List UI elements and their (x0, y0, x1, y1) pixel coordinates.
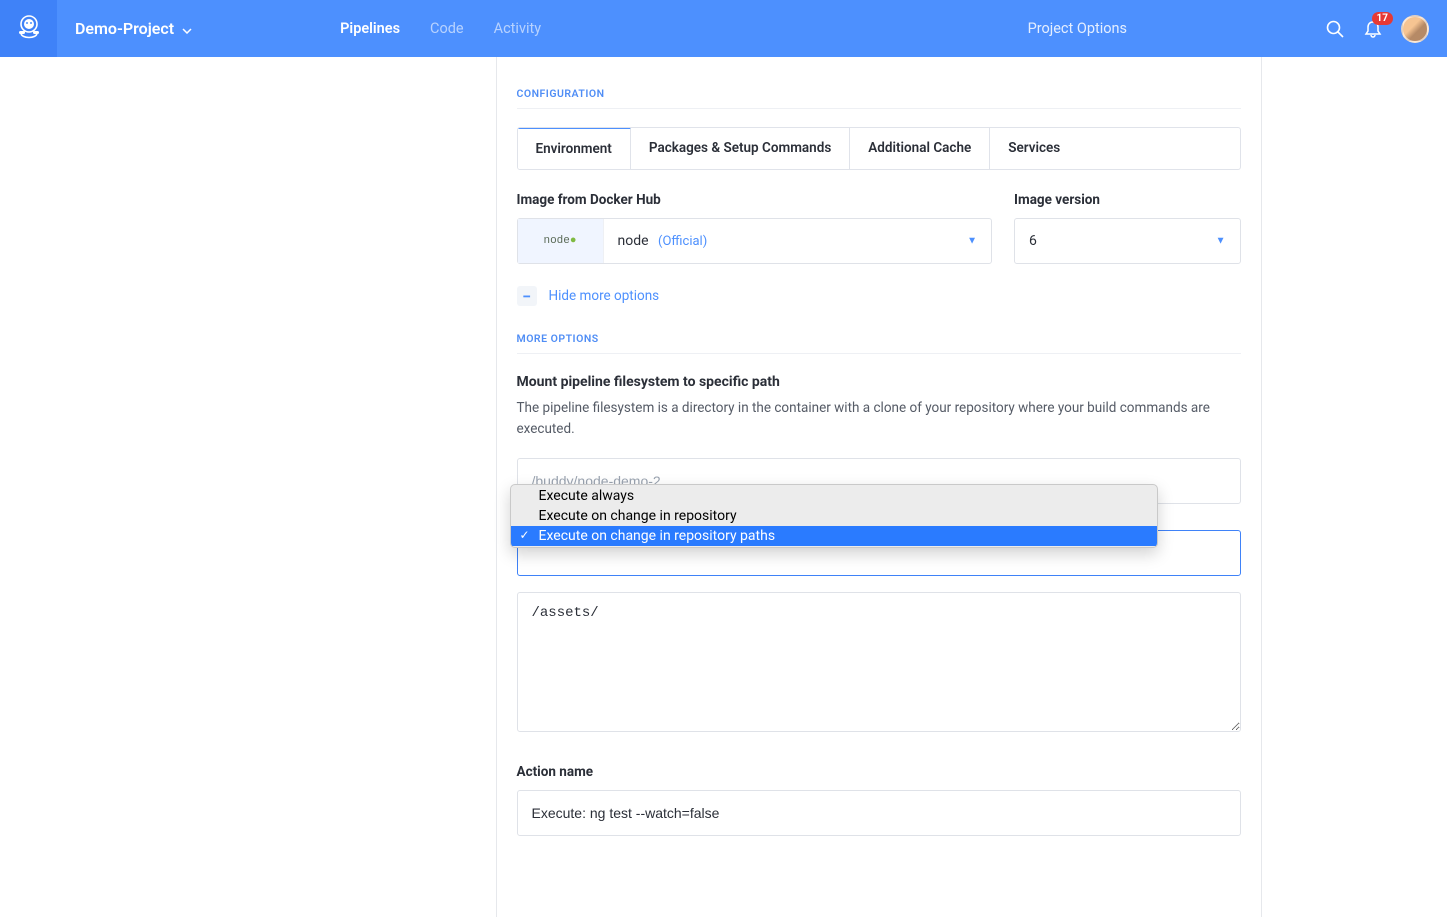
minus-icon: − (517, 286, 537, 306)
docker-version-label: Image version (1014, 192, 1240, 208)
header-right: Project Options 17 (1028, 0, 1447, 57)
nav-activity[interactable]: Activity (494, 20, 541, 37)
chevron-down-icon: ▼ (967, 236, 977, 247)
logo[interactable] (0, 0, 57, 57)
hide-more-link: Hide more options (549, 288, 660, 304)
config-tabs: Environment Packages & Setup Commands Ad… (517, 127, 1241, 170)
docker-version-select[interactable]: 6 ▼ (1014, 218, 1240, 264)
buddy-logo-icon (13, 13, 45, 45)
trigger-option-on-change-paths[interactable]: Execute on change in repository paths (511, 526, 1157, 546)
main-nav: Pipelines Code Activity (340, 0, 541, 57)
tab-services[interactable]: Services (990, 128, 1239, 169)
docker-image-label: Image from Docker Hub (517, 192, 993, 208)
docker-version-value: 6 (1029, 233, 1037, 249)
search-button[interactable] (1325, 19, 1345, 39)
caret-down-icon (182, 19, 192, 38)
paths-textarea[interactable] (517, 592, 1241, 732)
avatar[interactable] (1401, 15, 1429, 43)
docker-image-name: node (618, 233, 649, 249)
tab-additional-cache[interactable]: Additional Cache (850, 128, 990, 169)
docker-official-tag: (Official) (658, 234, 707, 249)
action-name-input[interactable] (517, 790, 1241, 836)
project-selector[interactable]: Demo-Project (57, 0, 210, 57)
app-header: Demo-Project Pipelines Code Activity Pro… (0, 0, 1447, 57)
section-configuration: CONFIGURATION (517, 87, 1241, 109)
hide-more-options[interactable]: − Hide more options (517, 286, 1241, 306)
action-name-label: Action name (517, 764, 1241, 780)
nav-pipelines[interactable]: Pipelines (340, 20, 400, 37)
project-name: Demo-Project (75, 19, 174, 38)
trigger-option-on-change[interactable]: Execute on change in repository (511, 506, 1157, 526)
tab-environment[interactable]: Environment (518, 127, 631, 169)
mount-description: The pipeline filesystem is a directory i… (517, 398, 1241, 440)
tab-packages[interactable]: Packages & Setup Commands (631, 128, 850, 169)
project-options-link[interactable]: Project Options (1028, 20, 1127, 37)
notification-badge: 17 (1372, 12, 1393, 25)
trigger-dropdown: Execute always Execute on change in repo… (510, 484, 1158, 548)
mount-heading: Mount pipeline filesystem to specific pa… (517, 374, 1241, 390)
trigger-option-always[interactable]: Execute always (511, 486, 1157, 506)
node-logo-icon: node● (518, 219, 604, 263)
chevron-down-icon: ▼ (1216, 236, 1226, 247)
search-icon (1325, 19, 1345, 39)
config-panel: CONFIGURATION Environment Packages & Set… (496, 57, 1262, 917)
section-more-options: MORE OPTIONS (517, 332, 1241, 354)
docker-image-select[interactable]: node● node (Official) ▼ (517, 218, 993, 264)
nav-code[interactable]: Code (430, 20, 464, 37)
notifications-button[interactable]: 17 (1363, 19, 1383, 39)
